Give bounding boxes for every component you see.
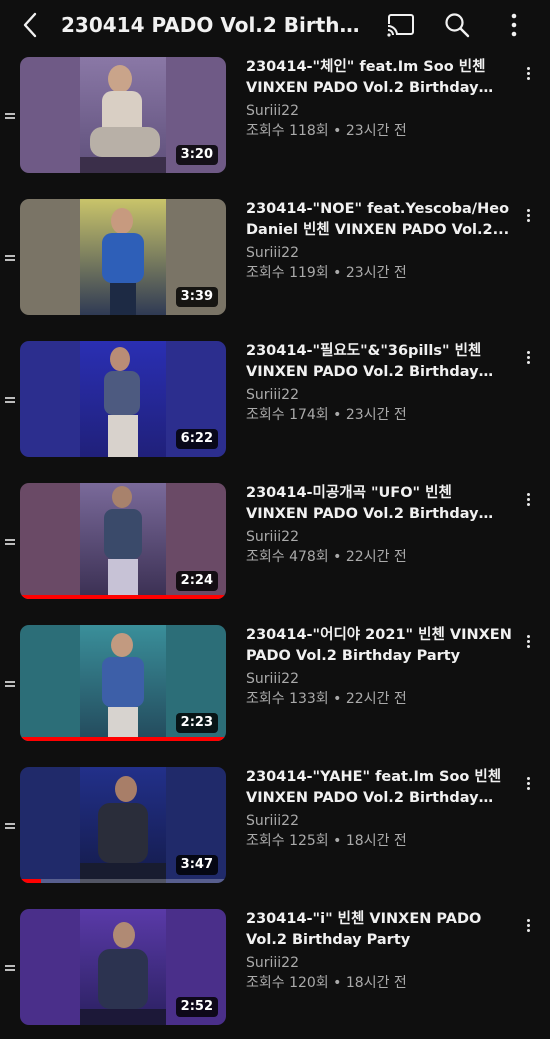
- video-duration: 2:52: [175, 997, 218, 1017]
- more-options-icon[interactable]: [522, 349, 534, 371]
- upload-age: 18시간 전: [345, 833, 407, 849]
- more-vertical-icon[interactable]: [504, 11, 524, 39]
- video-duration: 3:47: [175, 855, 218, 875]
- upload-age: 18시간 전: [345, 975, 407, 991]
- performer-image: [102, 633, 144, 741]
- video-stats: 조회수 125회 • 18시간 전: [246, 831, 407, 851]
- playlist-item[interactable]: 3:47 230414-"YAHE" feat.Im Soo 빈첸 VINXEN…: [0, 767, 550, 897]
- video-title[interactable]: 230414-"체인" feat.Im Soo 빈첸 VINXEN PADO V…: [246, 57, 514, 99]
- video-thumbnail[interactable]: 3:39: [20, 199, 226, 315]
- cast-icon[interactable]: [386, 12, 416, 38]
- more-options-icon[interactable]: [522, 65, 534, 87]
- video-stats: 조회수 118회 • 23시간 전: [246, 121, 407, 141]
- separator: •: [333, 123, 342, 139]
- drag-handle-icon[interactable]: [5, 113, 15, 119]
- drag-handle-icon[interactable]: [5, 681, 15, 687]
- channel-name[interactable]: Suriii22: [246, 385, 299, 405]
- separator: •: [333, 407, 342, 423]
- video-title[interactable]: 230414-"i" 빈첸 VINXEN PADO Vol.2 Birthday…: [246, 909, 514, 951]
- video-title[interactable]: 230414-"어디야 2021" 빈첸 VINXEN PADO Vol.2 B…: [246, 625, 514, 667]
- performer-image: [80, 922, 166, 1025]
- video-title[interactable]: 230414-미공개곡 "UFO" 빈첸 VINXEN PADO Vol.2 B…: [246, 483, 514, 525]
- playlist-item[interactable]: 2:52 230414-"i" 빈첸 VINXEN PADO Vol.2 Bir…: [0, 909, 550, 1039]
- video-duration: 2:24: [175, 571, 218, 591]
- search-icon[interactable]: [443, 11, 471, 39]
- video-thumbnail[interactable]: 6:22: [20, 341, 226, 457]
- performer-image: [102, 208, 144, 315]
- performer-image: [80, 776, 166, 883]
- channel-name[interactable]: Suriii22: [246, 811, 299, 831]
- playlist-item[interactable]: 2:23 230414-"어디야 2021" 빈첸 VINXEN PADO Vo…: [0, 625, 550, 755]
- channel-name[interactable]: Suriii22: [246, 101, 299, 121]
- view-count: 조회수 478회: [246, 549, 329, 565]
- drag-handle-icon[interactable]: [5, 965, 15, 971]
- separator: •: [333, 975, 342, 991]
- view-count: 조회수 118회: [246, 123, 329, 139]
- upload-age: 23시간 전: [345, 407, 407, 423]
- back-arrow-icon[interactable]: [16, 10, 46, 40]
- video-thumbnail[interactable]: 2:23: [20, 625, 226, 741]
- video-thumbnail[interactable]: 3:47: [20, 767, 226, 883]
- upload-age: 22시간 전: [345, 549, 407, 565]
- view-count: 조회수 174회: [246, 407, 329, 423]
- video-thumbnail[interactable]: 2:52: [20, 909, 226, 1025]
- separator: •: [333, 265, 342, 281]
- playlist-item[interactable]: 3:20 230414-"체인" feat.Im Soo 빈첸 VINXEN P…: [0, 57, 550, 187]
- more-options-icon[interactable]: [522, 207, 534, 229]
- playlist-item[interactable]: 2:24 230414-미공개곡 "UFO" 빈첸 VINXEN PADO Vo…: [0, 483, 550, 613]
- video-stats: 조회수 478회 • 22시간 전: [246, 547, 407, 567]
- channel-name[interactable]: Suriii22: [246, 527, 299, 547]
- playlist-item[interactable]: 6:22 230414-"필요도"&"36pills" 빈첸 VINXEN PA…: [0, 341, 550, 471]
- video-duration: 3:20: [175, 145, 218, 165]
- video-thumbnail[interactable]: 2:24: [20, 483, 226, 599]
- video-stats: 조회수 120회 • 18시간 전: [246, 973, 407, 993]
- drag-handle-icon[interactable]: [5, 397, 15, 403]
- channel-name[interactable]: Suriii22: [246, 669, 299, 689]
- playlist-item[interactable]: 3:39 230414-"NOE" feat.Yescoba/Heo Danie…: [0, 199, 550, 329]
- drag-handle-icon[interactable]: [5, 539, 15, 545]
- channel-name[interactable]: Suriii22: [246, 243, 299, 263]
- video-title[interactable]: 230414-"NOE" feat.Yescoba/Heo Daniel 빈첸 …: [246, 199, 514, 241]
- video-duration: 2:23: [175, 713, 218, 733]
- more-options-icon[interactable]: [522, 633, 534, 655]
- separator: •: [333, 549, 342, 565]
- channel-name[interactable]: Suriii22: [246, 953, 299, 973]
- drag-handle-icon[interactable]: [5, 255, 15, 261]
- more-options-icon[interactable]: [522, 775, 534, 797]
- video-duration: 3:39: [175, 287, 218, 307]
- more-options-icon[interactable]: [522, 917, 534, 939]
- video-stats: 조회수 119회 • 23시간 전: [246, 263, 407, 283]
- page-title: 230414 PADO Vol.2 Birthday Party: [61, 13, 373, 37]
- upload-age: 23시간 전: [345, 265, 407, 281]
- video-stats: 조회수 174회 • 23시간 전: [246, 405, 407, 425]
- view-count: 조회수 133회: [246, 691, 329, 707]
- video-thumbnail[interactable]: 3:20: [20, 57, 226, 173]
- view-count: 조회수 120회: [246, 975, 329, 991]
- performer-image: [104, 347, 140, 457]
- top-app-bar: 230414 PADO Vol.2 Birthday Party: [0, 0, 550, 50]
- video-title[interactable]: 230414-"YAHE" feat.Im Soo 빈첸 VINXEN PADO…: [246, 767, 514, 809]
- performer-image: [80, 65, 166, 173]
- more-options-icon[interactable]: [522, 491, 534, 513]
- video-title[interactable]: 230414-"필요도"&"36pills" 빈첸 VINXEN PADO Vo…: [246, 341, 514, 383]
- watch-progress-bar: [20, 595, 226, 599]
- watch-progress-bar: [20, 879, 226, 883]
- watch-progress-bar: [20, 737, 226, 741]
- view-count: 조회수 125회: [246, 833, 329, 849]
- upload-age: 23시간 전: [345, 123, 407, 139]
- drag-handle-icon[interactable]: [5, 823, 15, 829]
- video-stats: 조회수 133회 • 22시간 전: [246, 689, 407, 709]
- view-count: 조회수 119회: [246, 265, 329, 281]
- video-duration: 6:22: [175, 429, 218, 449]
- performer-image: [104, 486, 142, 599]
- separator: •: [333, 691, 342, 707]
- upload-age: 22시간 전: [345, 691, 407, 707]
- separator: •: [333, 833, 342, 849]
